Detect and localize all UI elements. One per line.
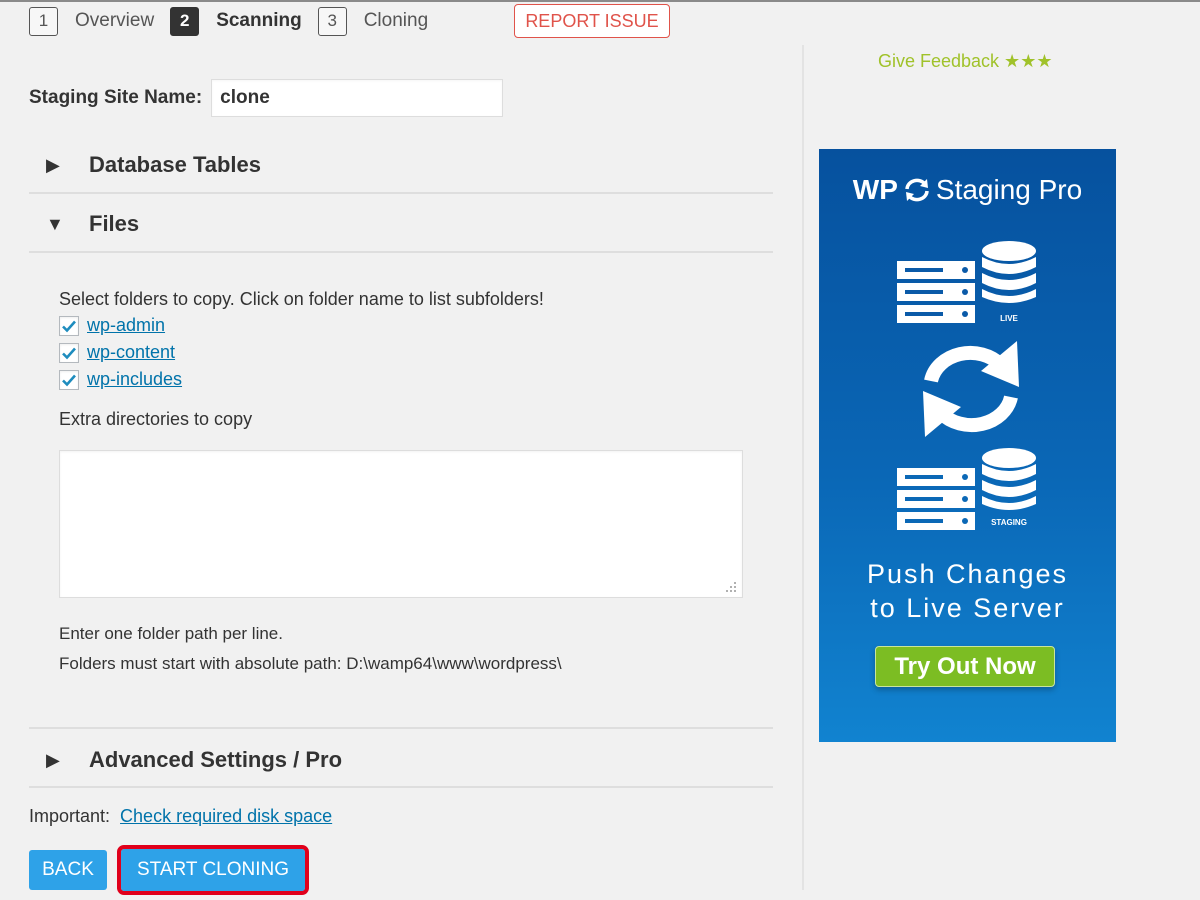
important-label: Important: [29, 806, 111, 826]
check-disk-space-link[interactable]: Check required disk space [120, 806, 332, 827]
start-cloning-button[interactable]: START CLONING [117, 845, 309, 895]
step-overview[interactable]: 1 Overview [29, 6, 155, 36]
divider [29, 192, 773, 194]
divider [29, 727, 773, 729]
caret-right-icon: ▶ [46, 154, 60, 175]
staging-label: STAGING [991, 518, 1027, 527]
folder-link[interactable]: wp-admin [87, 315, 165, 336]
step-label: Scanning [216, 10, 302, 31]
divider [29, 251, 773, 253]
folder-link[interactable]: wp-content [87, 342, 175, 363]
banner-title-wp: WP [852, 174, 898, 205]
try-out-now-button[interactable]: Try Out Now [875, 646, 1055, 687]
step-number: 3 [317, 6, 347, 36]
section-title: Database Tables [89, 152, 262, 177]
step-label: Overview [75, 10, 155, 31]
wizard-stepper: 1 Overview 2 Scanning 3 Cloning [29, 5, 444, 37]
section-title: Files [89, 211, 140, 236]
window-top-edge [0, 0, 1200, 2]
column-divider [802, 45, 804, 890]
extra-directories-textarea[interactable] [59, 450, 743, 598]
caret-down-icon: ▼ [46, 213, 64, 234]
live-server-icon: LIVE [897, 241, 1036, 323]
folder-item: wp-content [59, 339, 749, 366]
folder-checkbox[interactable] [59, 342, 79, 363]
staging-site-name-row: Staging Site Name: [29, 79, 504, 117]
wp-staging-pro-banner[interactable]: WP Staging Pro LIVE STAGING Push Changes… [819, 149, 1116, 742]
give-feedback-link[interactable]: Give Feedback ★★★ [878, 51, 1052, 72]
step-cloning[interactable]: 3 Cloning [317, 6, 429, 36]
help-text-one-per-line: Enter one folder path per line. [59, 624, 283, 643]
sync-logo-icon [905, 178, 929, 202]
step-scanning[interactable]: 2 Scanning [170, 6, 302, 36]
back-button[interactable]: BACK [29, 850, 107, 890]
checkmark-icon [62, 347, 76, 359]
folders-hint: Select folders to copy. Click on folder … [59, 289, 544, 309]
section-files[interactable]: ▼ Files [29, 204, 773, 244]
step-number: 1 [29, 6, 58, 36]
help-text-absolute-path: Folders must start with absolute path: D… [59, 654, 562, 673]
banner-headline-line1: Push Changes [866, 559, 1069, 589]
section-title: Advanced Settings / Pro [89, 747, 343, 772]
divider [29, 786, 773, 788]
live-label: LIVE [1000, 314, 1018, 323]
section-database-tables[interactable]: ▶ Database Tables [29, 145, 773, 185]
step-label: Cloning [363, 10, 429, 31]
section-advanced-settings[interactable]: ▶ Advanced Settings / Pro [29, 740, 773, 780]
step-number: 2 [170, 6, 200, 36]
folder-item: wp-admin [59, 312, 749, 339]
report-issue-button[interactable]: REPORT ISSUE [514, 4, 670, 38]
banner-title-staging-pro: Staging Pro [935, 174, 1083, 205]
checkmark-icon [62, 320, 76, 332]
folder-item: wp-includes [59, 366, 749, 393]
staging-server-icon: STAGING [897, 448, 1036, 530]
resize-grip-icon[interactable] [724, 580, 738, 594]
folder-checkbox[interactable] [59, 315, 79, 336]
folder-link[interactable]: wp-includes [87, 369, 182, 390]
sync-arrows-icon [923, 341, 1019, 437]
extra-directories-label: Extra directories to copy [59, 409, 253, 429]
banner-title: WP Staging Pro [819, 174, 1116, 206]
staging-site-name-input[interactable] [211, 79, 504, 117]
staging-site-name-label: Staging Site Name: [29, 87, 203, 108]
caret-right-icon: ▶ [46, 749, 60, 770]
important-notice: Important: Check required disk space [29, 806, 332, 827]
checkmark-icon [62, 374, 76, 386]
folder-checkbox[interactable] [59, 369, 79, 390]
banner-headline-line2: to Live Server [870, 593, 1065, 623]
files-panel: Select folders to copy. Click on folder … [59, 286, 749, 393]
